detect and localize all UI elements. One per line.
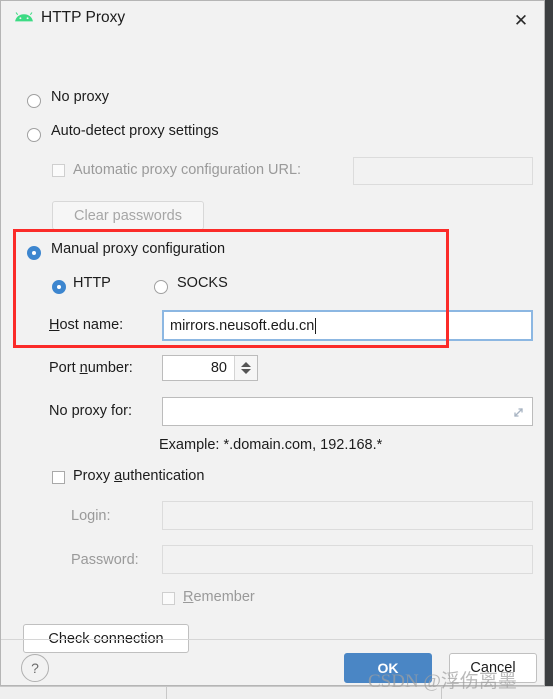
- background-status-bar: [0, 686, 553, 699]
- radio-no-proxy[interactable]: [27, 94, 41, 108]
- input-port-number[interactable]: 80: [162, 355, 258, 381]
- spinner-down-icon[interactable]: [241, 369, 251, 374]
- label-auto-detect: Auto-detect proxy settings: [51, 123, 219, 139]
- screenshot-root: HTTP Proxy ✕ No proxy Auto-detect proxy …: [0, 0, 553, 699]
- expand-diagonal-icon[interactable]: [512, 405, 526, 419]
- checkbox-automatic-proxy-url[interactable]: [52, 164, 65, 177]
- dialog-titlebar: HTTP Proxy ✕: [1, 1, 544, 39]
- cancel-button[interactable]: Cancel: [449, 653, 537, 683]
- input-password[interactable]: [162, 545, 533, 574]
- label-automatic-proxy-url: Automatic proxy configuration URL:: [73, 162, 302, 178]
- port-spinner-arrows[interactable]: [234, 356, 257, 380]
- label-socks: SOCKS: [177, 275, 228, 291]
- input-host-name-value: mirrors.neusoft.edu.cn: [170, 317, 315, 334]
- http-proxy-dialog: HTTP Proxy ✕ No proxy Auto-detect proxy …: [0, 0, 545, 686]
- radio-socks[interactable]: [154, 280, 168, 294]
- footer-separator: [1, 639, 544, 640]
- clear-passwords-button[interactable]: Clear passwords: [52, 201, 204, 230]
- background-status-divider-2: [441, 687, 442, 699]
- label-port-number: Port number:: [49, 360, 133, 376]
- dialog-content: No proxy Auto-detect proxy settings Auto…: [1, 39, 544, 653]
- checkbox-proxy-authentication[interactable]: [52, 471, 65, 484]
- label-no-proxy: No proxy: [51, 89, 110, 105]
- label-no-proxy-for: No proxy for:: [49, 403, 132, 419]
- label-remember: Remember: [183, 589, 255, 605]
- radio-manual-proxy[interactable]: [27, 246, 41, 260]
- checkbox-remember[interactable]: [162, 592, 175, 605]
- input-automatic-proxy-url[interactable]: [353, 157, 533, 185]
- label-http: HTTP: [73, 275, 111, 291]
- label-proxy-authentication: Proxy authentication: [73, 468, 205, 484]
- close-icon[interactable]: ✕: [508, 8, 534, 32]
- text-caret: [315, 317, 317, 334]
- radio-auto-detect[interactable]: [27, 128, 41, 142]
- ok-button[interactable]: OK: [344, 653, 432, 683]
- spinner-up-icon[interactable]: [241, 362, 251, 367]
- input-host-name[interactable]: mirrors.neusoft.edu.cn: [162, 310, 533, 341]
- example-hint: Example: *.domain.com, 192.168.*: [159, 437, 383, 453]
- help-button[interactable]: ?: [21, 654, 49, 682]
- background-status-divider-1: [166, 687, 167, 699]
- input-login[interactable]: [162, 501, 533, 530]
- input-no-proxy-for[interactable]: [162, 397, 533, 426]
- android-icon: [14, 12, 34, 28]
- label-password: Password:: [71, 552, 139, 568]
- port-number-value: 80: [210, 360, 227, 376]
- dialog-title: HTTP Proxy: [41, 9, 126, 26]
- label-manual-proxy: Manual proxy configuration: [51, 241, 226, 257]
- label-host-name: Host name:: [49, 317, 124, 333]
- label-login: Login:: [71, 508, 111, 524]
- radio-http[interactable]: [52, 280, 66, 294]
